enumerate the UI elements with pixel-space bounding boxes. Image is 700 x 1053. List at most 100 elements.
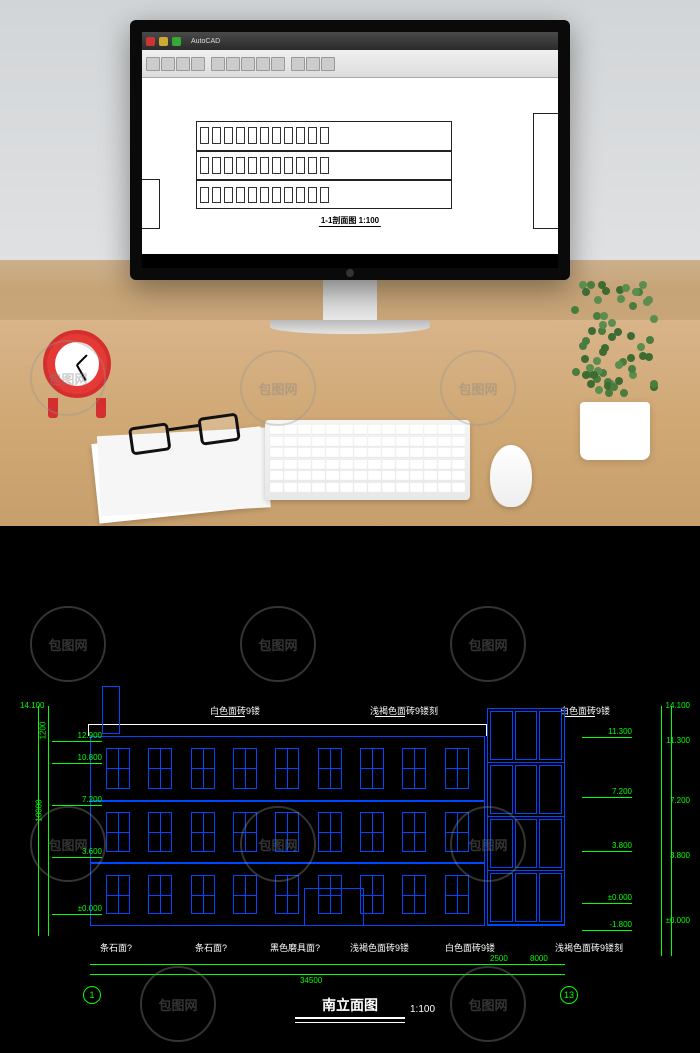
key <box>452 460 465 470</box>
drawing-title: 南立面图 <box>322 995 378 1015</box>
drawing-scale: 1:100 <box>410 1004 435 1015</box>
key <box>284 460 297 470</box>
key <box>326 425 339 435</box>
tool-move[interactable] <box>211 57 225 71</box>
level-label: ±0.000 <box>582 892 632 904</box>
dim-label: 14.100 <box>20 701 44 710</box>
tool-mirror[interactable] <box>256 57 270 71</box>
key <box>354 471 367 481</box>
cad-canvas[interactable]: 白色面砖9镂 浅褐色面砖9镂刻 白色面砖9镂 <box>0 526 700 1053</box>
key <box>270 483 283 493</box>
level-label: 7.200 <box>52 794 102 806</box>
watermark: 包图网 <box>450 606 526 682</box>
key <box>424 460 437 470</box>
leader-line <box>375 716 405 717</box>
key <box>452 483 465 493</box>
annotation: 条石面? <box>195 941 227 954</box>
dim-line <box>661 706 662 956</box>
key <box>410 483 423 493</box>
monitor-bezel: AutoCAD <box>130 20 570 280</box>
level-label: 7.200 <box>582 786 632 798</box>
dim-label: 14.100 <box>666 701 690 710</box>
tool-arc[interactable] <box>191 57 205 71</box>
leader-line <box>565 716 595 717</box>
key <box>270 460 283 470</box>
statusbar[interactable] <box>142 254 558 268</box>
tool-copy[interactable] <box>226 57 240 71</box>
cad-viewport[interactable]: 白色面砖9镂 浅褐色面砖9镂刻 白色面砖9镂 <box>0 526 700 1053</box>
key <box>410 437 423 447</box>
drawing-canvas[interactable]: 1-1剖面图 1:100 <box>142 78 558 254</box>
dim-label: 11.300 <box>666 736 690 745</box>
key <box>298 471 311 481</box>
key <box>424 448 437 458</box>
key <box>452 471 465 481</box>
level-label: -1.800 <box>582 919 632 931</box>
tool-polyline[interactable] <box>161 57 175 71</box>
clock-face <box>43 330 111 398</box>
key <box>270 471 283 481</box>
potted-plant <box>560 280 670 460</box>
close-icon[interactable] <box>146 37 155 46</box>
section-building <box>196 121 452 210</box>
maximize-icon[interactable] <box>172 37 181 46</box>
apple-logo-icon <box>346 269 354 277</box>
key <box>340 437 353 447</box>
tool-circle[interactable] <box>176 57 190 71</box>
tool-text[interactable] <box>306 57 320 71</box>
key <box>354 460 367 470</box>
dim-line <box>38 706 39 936</box>
key <box>396 471 409 481</box>
key <box>410 471 423 481</box>
section-drawing: 1-1剖面图 1:100 <box>167 103 533 230</box>
key <box>452 425 465 435</box>
elev-floor-1 <box>90 863 485 926</box>
ribbon-toolbar[interactable] <box>142 50 558 78</box>
watermark: 包图网 <box>140 966 216 1042</box>
tool-trim[interactable] <box>271 57 285 71</box>
key <box>382 448 395 458</box>
key <box>326 471 339 481</box>
key <box>340 471 353 481</box>
title-underline <box>295 1022 405 1023</box>
minimize-icon[interactable] <box>159 37 168 46</box>
section-floor-2 <box>196 151 452 180</box>
app-title: AutoCAD <box>191 38 220 45</box>
tool-layer[interactable] <box>291 57 305 71</box>
annotation: 浅褐色面砖9镂刻 <box>555 941 623 954</box>
window-titlebar[interactable]: AutoCAD <box>142 32 558 50</box>
key <box>410 448 423 458</box>
key <box>368 483 381 493</box>
key <box>368 425 381 435</box>
monitor-stand-neck <box>323 280 377 320</box>
key <box>270 437 283 447</box>
key <box>326 437 339 447</box>
key <box>438 460 451 470</box>
dim-label: 2500 <box>490 954 508 963</box>
key <box>396 448 409 458</box>
key <box>312 460 325 470</box>
dim-label: ±0.000 <box>666 916 690 925</box>
key <box>410 425 423 435</box>
key <box>312 471 325 481</box>
key <box>424 471 437 481</box>
key <box>452 448 465 458</box>
tool-dim[interactable] <box>321 57 335 71</box>
leader-line <box>215 716 245 717</box>
level-column-left: 12.900 10.800 7.200 3.600 ±0.000 <box>52 730 102 915</box>
elevation-building <box>90 736 565 926</box>
elev-floor-2 <box>90 801 485 864</box>
key <box>298 425 311 435</box>
section-floor-3 <box>196 121 452 151</box>
watermark: 包图网 <box>240 606 316 682</box>
autocad-screen: AutoCAD <box>142 32 558 268</box>
key <box>284 483 297 493</box>
tool-line[interactable] <box>146 57 160 71</box>
tool-rotate[interactable] <box>241 57 255 71</box>
level-label: 12.900 <box>52 730 102 742</box>
title-underline <box>295 1017 405 1019</box>
key <box>340 483 353 493</box>
main-entrance <box>304 888 364 926</box>
key <box>284 448 297 458</box>
roof-signage <box>102 686 120 734</box>
